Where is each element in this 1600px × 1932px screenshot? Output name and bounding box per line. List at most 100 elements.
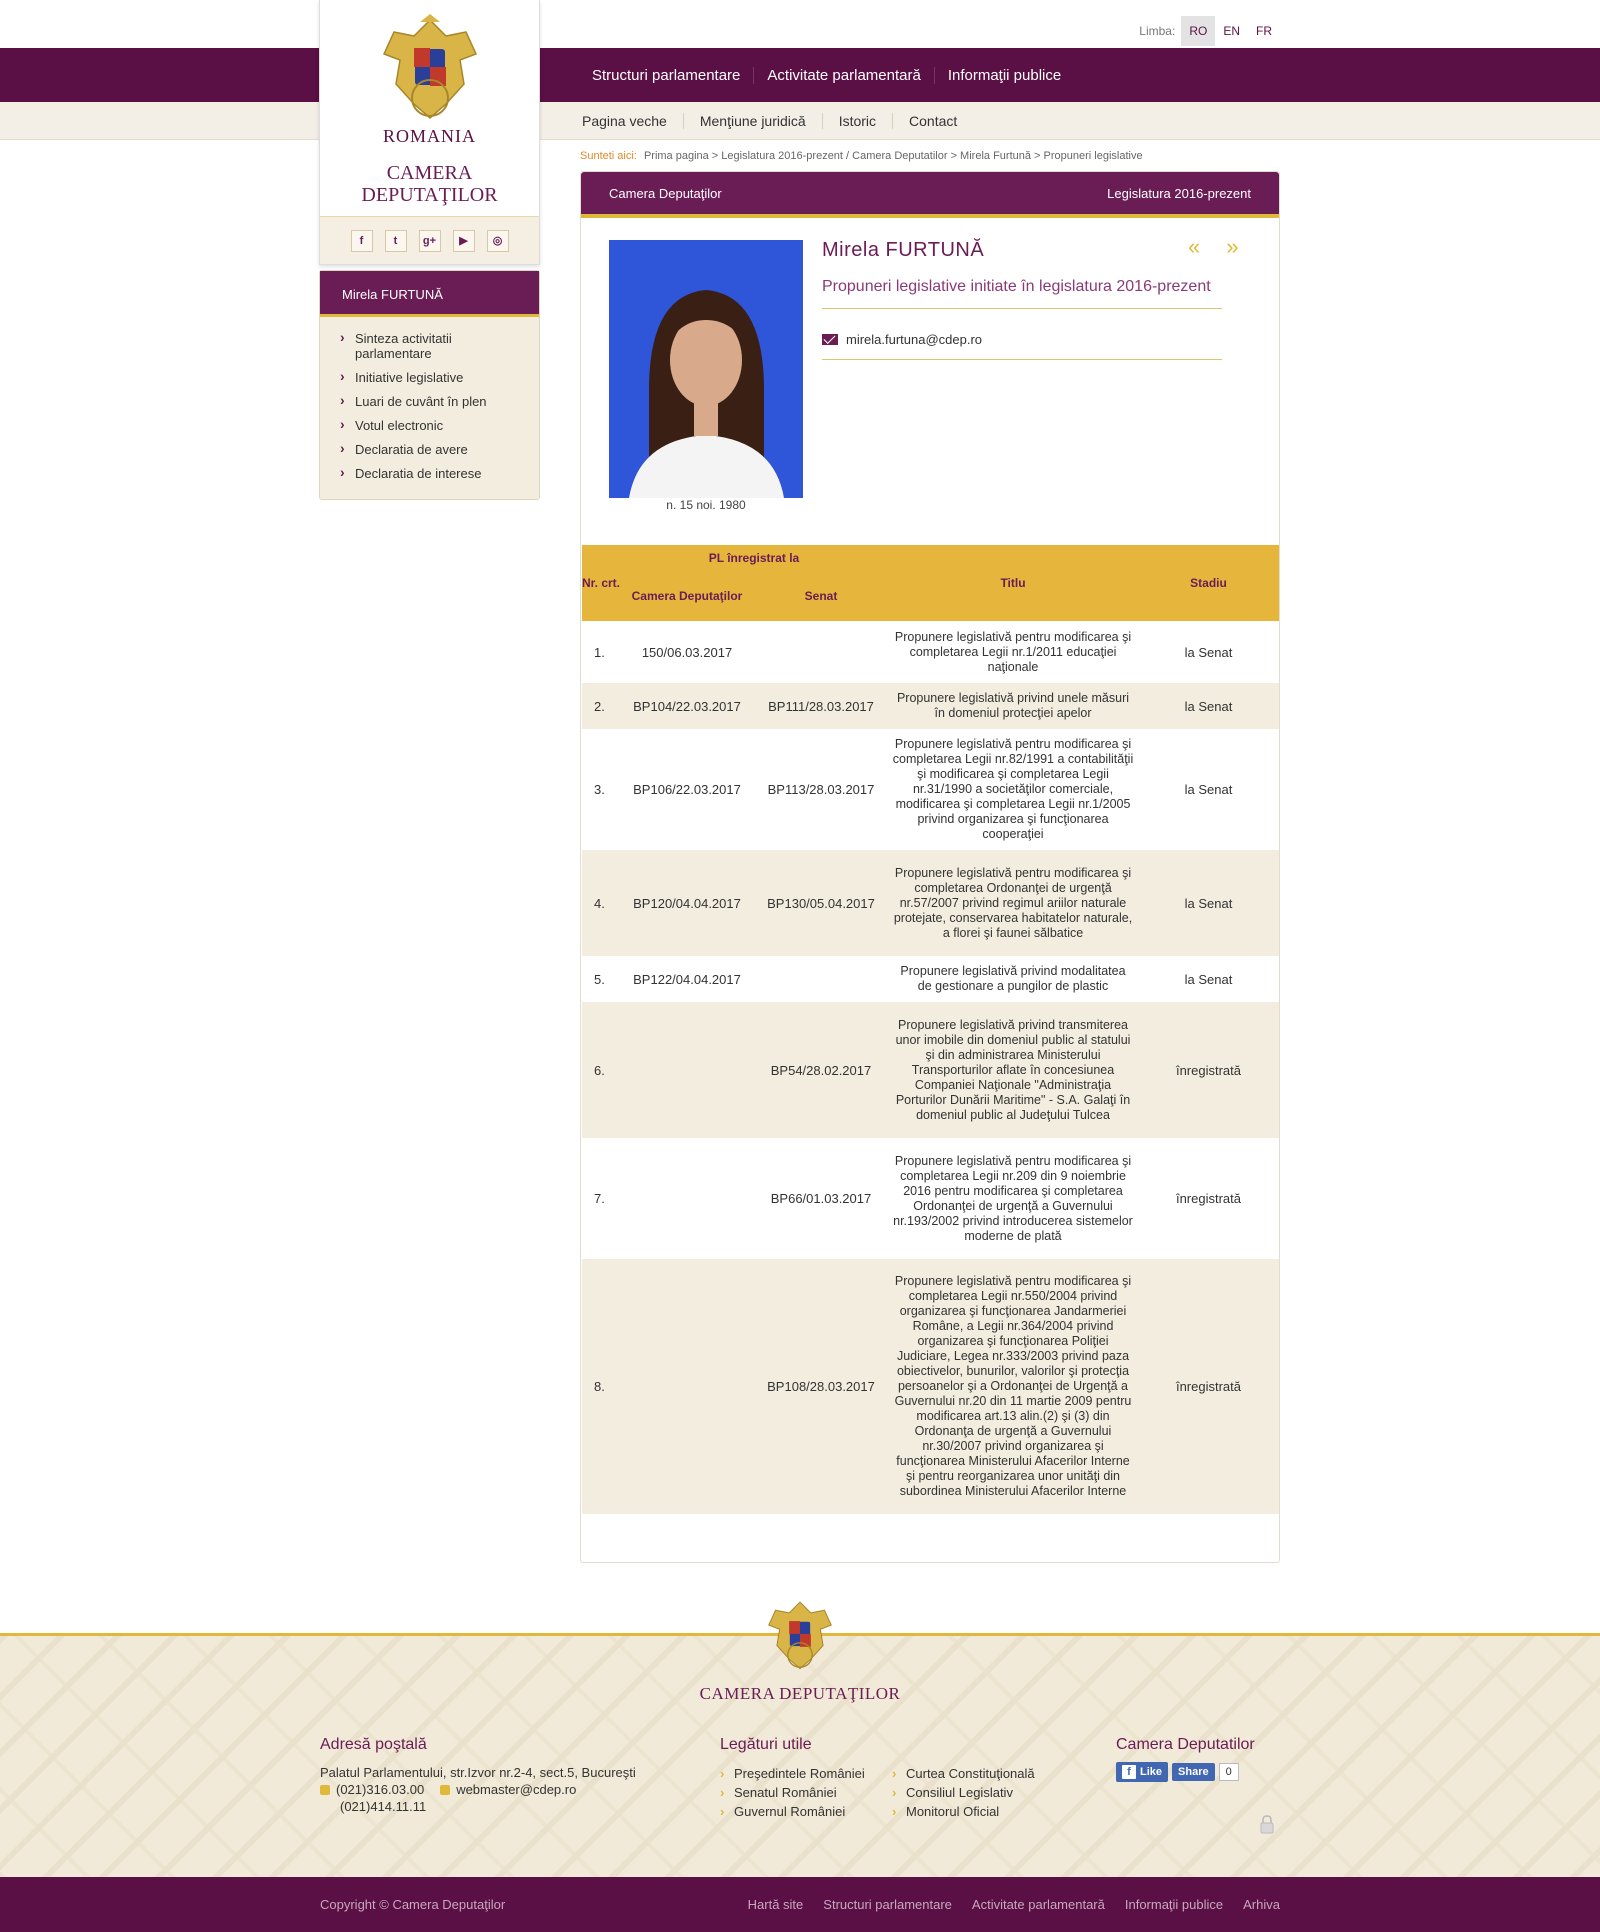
footer-link-guvern[interactable]: Guvernul României [720, 1802, 865, 1821]
footer-links-column-2: Curtea Constituţională Consiliul Legisla… [892, 1764, 1035, 1821]
side-menu-item-vot[interactable]: Votul electronic [340, 417, 510, 433]
cell-stadiu: înregistrată [1138, 1259, 1279, 1514]
footer-chamber-title: CAMERA DEPUTAŢILOR [699, 1684, 901, 1703]
cell-senat[interactable] [754, 956, 888, 1002]
side-menu-item-avere[interactable]: Declaratia de avere [340, 441, 510, 457]
facebook-share-button[interactable]: Share [1172, 1763, 1215, 1781]
bottom-link-informatii[interactable]: Informaţii publice [1125, 1897, 1223, 1912]
side-menu-item-luari[interactable]: Luari de cuvânt în plen [340, 393, 510, 409]
footer-phone1: (021)316.03.00 [336, 1782, 425, 1797]
googleplus-icon[interactable]: g+ [418, 229, 441, 252]
cell-nr: 5. [594, 971, 605, 987]
cell-senat[interactable]: BP66/01.03.2017 [754, 1138, 888, 1259]
subnav-istoric[interactable]: Istoric [821, 113, 892, 129]
facebook-like-label: Like [1140, 1766, 1163, 1778]
facebook-icon: f [1122, 1765, 1136, 1779]
copyright-text: Copyright © Camera Deputaţilor [320, 1897, 506, 1912]
language-label: Limba: [1139, 24, 1176, 38]
subnav-pagina-veche[interactable]: Pagina veche [570, 113, 683, 129]
side-menu-item-sinteza[interactable]: Sinteza activitatii parlamentare [340, 330, 510, 361]
cell-camera[interactable]: BP120/04.04.2017 [620, 850, 754, 956]
main-navigation: Structuri parlamentare Activitate parlam… [0, 48, 1600, 102]
subnav-mentiune[interactable]: Menţiune juridică [682, 113, 822, 129]
language-bar: Limba: RO EN FR [0, 0, 1600, 48]
content-header-left: Camera Deputaţilor [609, 185, 722, 201]
logo-panel[interactable]: ROMANIA CAMERA DEPUTAŢILOR f t g+ ▶ ◎ [319, 0, 540, 265]
side-menu-item-interese[interactable]: Declaratia de interese [340, 465, 510, 481]
bottom-link-harta[interactable]: Hartă site [748, 1897, 804, 1912]
cell-senat[interactable]: BP111/28.03.2017 [754, 683, 888, 729]
footer-address: Palatul Parlamentului, str.Izvor nr.2-4,… [320, 1765, 636, 1780]
footer-link-presedinte[interactable]: Preşedintele României [720, 1764, 865, 1783]
bottom-link-activitate[interactable]: Activitate parlamentară [972, 1897, 1105, 1912]
nav-informatii[interactable]: Informaţii publice [933, 66, 1074, 84]
table-row: 1. 150/06.03.2017 Propunere legislativă … [582, 621, 1279, 683]
instagram-icon[interactable]: ◎ [486, 229, 509, 252]
birth-date: n. 15 noi. 1980 [666, 498, 746, 512]
footer-email-link[interactable]: webmaster@cdep.ro [456, 1781, 576, 1798]
cell-camera[interactable]: 150/06.03.2017 [620, 621, 754, 683]
cell-titlu[interactable]: Propunere legislativă pentru modificarea… [888, 1259, 1138, 1514]
cell-camera[interactable]: BP104/22.03.2017 [620, 683, 754, 729]
cell-camera[interactable]: BP106/22.03.2017 [620, 729, 754, 850]
envelope-icon [822, 334, 838, 345]
header-stadiu[interactable]: Stadiu [1138, 545, 1279, 621]
cell-camera[interactable] [620, 1138, 754, 1259]
cell-titlu[interactable]: Propunere legislativă pentru modificarea… [888, 850, 1138, 956]
side-menu-item-initiative[interactable]: Initiative legislative [340, 369, 510, 385]
cell-titlu[interactable]: Propunere legislativă privind unele măsu… [888, 683, 1138, 729]
youtube-icon[interactable]: ▶ [452, 229, 475, 252]
subnav-contact[interactable]: Contact [892, 113, 973, 129]
cell-titlu[interactable]: Propunere legislativă pentru modificarea… [888, 729, 1138, 850]
footer-links-list-1: Preşedintele României Senatul României G… [720, 1764, 865, 1821]
lang-en-link[interactable]: EN [1215, 16, 1248, 46]
header-titlu[interactable]: Titlu [888, 545, 1138, 621]
footer-link-curtea[interactable]: Curtea Constituţională [892, 1764, 1035, 1783]
breadcrumb-path[interactable]: Prima pagina > Legislatura 2016-prezent … [644, 150, 1143, 162]
bottom-link-arhiva[interactable]: Arhiva [1243, 1897, 1280, 1912]
lang-ro-link[interactable]: RO [1181, 16, 1216, 46]
cell-nr: 3. [594, 782, 605, 797]
twitter-icon[interactable]: t [384, 229, 407, 252]
lang-fr-link[interactable]: FR [1248, 16, 1280, 46]
table-row: 4. BP120/04.04.2017 BP130/05.04.2017 Pro… [582, 850, 1279, 956]
footer-link-consiliul[interactable]: Consiliul Legislativ [892, 1783, 1035, 1802]
social-links: f t g+ ▶ ◎ [320, 216, 539, 264]
cell-camera[interactable]: BP122/04.04.2017 [620, 956, 754, 1002]
cell-titlu[interactable]: Propunere legislativă privind modalitate… [888, 956, 1138, 1002]
nav-structuri[interactable]: Structuri parlamentare [582, 67, 753, 84]
bottom-link-structuri[interactable]: Structuri parlamentare [823, 1897, 952, 1912]
main-content: Camera Deputaţilor Legislatura 2016-prez… [580, 171, 1280, 1563]
footer-coat-of-arms-icon [768, 1601, 832, 1670]
breadcrumb: Sunteti aici: Prima pagina > Legislatura… [580, 150, 1143, 162]
cell-senat[interactable]: BP108/28.03.2017 [754, 1259, 888, 1514]
portrait-image [609, 240, 803, 498]
facebook-like-button[interactable]: f Like [1116, 1762, 1169, 1782]
header-camera[interactable]: Camera Deputaţilor [620, 571, 754, 621]
lock-icon[interactable] [1259, 1814, 1275, 1834]
deputy-email-row: mirela.furtuna@cdep.ro [822, 332, 1222, 360]
cell-nr: 7. [594, 1191, 605, 1206]
cell-stadiu: la Senat [1184, 782, 1233, 797]
legislative-proposals-table: Nr. crt. PL înregistrat la Titlu Stadiu … [582, 545, 1279, 1514]
footer-link-senat[interactable]: Senatul României [720, 1783, 865, 1802]
cell-titlu[interactable]: Propunere legislativă privind transmiter… [888, 1002, 1138, 1138]
footer-link-monitorul[interactable]: Monitorul Oficial [892, 1802, 1035, 1821]
cell-camera[interactable] [620, 1002, 754, 1138]
table-row: 7. BP66/01.03.2017 Propunere legislativă… [582, 1138, 1279, 1259]
deputy-side-menu: Mirela FURTUNĂ Sinteza activitatii parla… [319, 270, 540, 500]
cell-titlu[interactable]: Propunere legislativă pentru modificarea… [888, 1138, 1138, 1259]
cell-senat[interactable]: BP54/28.02.2017 [754, 1002, 888, 1138]
cell-senat[interactable]: BP113/28.03.2017 [754, 729, 888, 850]
cell-nr: 8. [582, 1259, 620, 1514]
prev-next-arrows[interactable]: « » [1188, 234, 1249, 260]
cell-camera[interactable] [620, 1259, 754, 1514]
header-senat[interactable]: Senat [754, 571, 888, 621]
nav-activitate[interactable]: Activitate parlamentară [753, 66, 933, 84]
cell-senat[interactable] [754, 621, 888, 683]
facebook-icon[interactable]: f [350, 229, 373, 252]
deputy-email-link[interactable]: mirela.furtuna@cdep.ro [846, 332, 982, 347]
cell-senat[interactable]: BP130/05.04.2017 [754, 850, 888, 956]
cell-titlu[interactable]: Propunere legislativă pentru modificarea… [888, 621, 1138, 683]
header-nr[interactable]: Nr. crt. [582, 545, 620, 621]
